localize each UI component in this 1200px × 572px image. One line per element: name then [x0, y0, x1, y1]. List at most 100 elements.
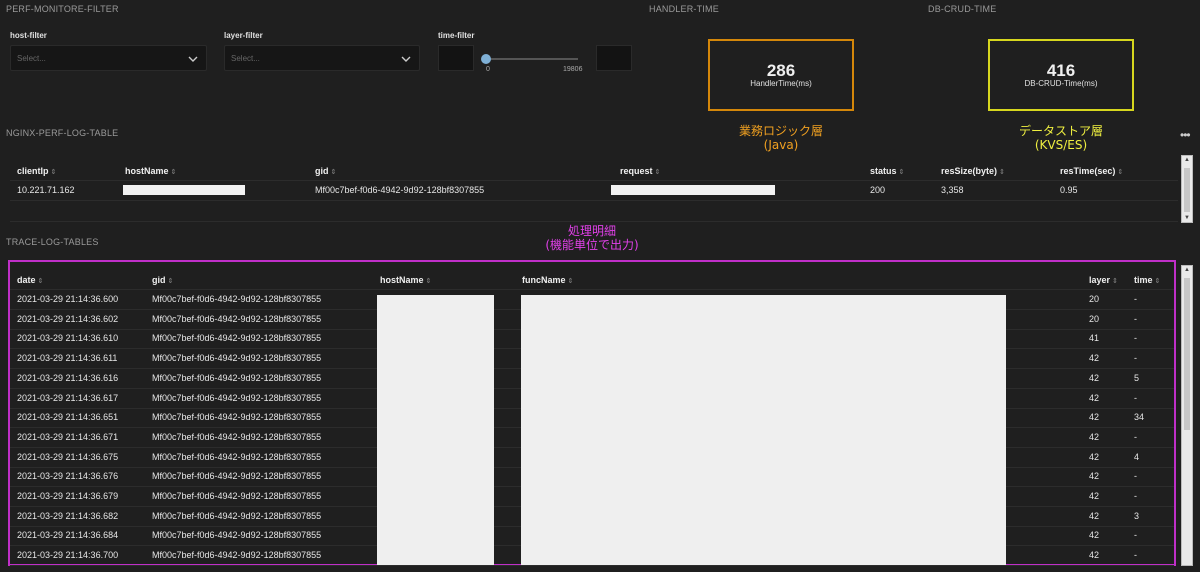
trace-row-gid: Mf00c7bef-f0d6-4942-9d92-128bf8307855	[152, 550, 322, 561]
sort-icon[interactable]: ⇕	[1112, 278, 1118, 285]
trace-row-gid: Mf00c7bef-f0d6-4942-9d92-128bf8307855	[152, 510, 322, 521]
scroll-up-icon[interactable]: ▲	[1182, 266, 1192, 274]
more-menu-icon[interactable]: •••	[1180, 128, 1191, 142]
trace-annotation: 処理明細 (機能単位で出力)	[522, 224, 662, 252]
sort-icon[interactable]: ⇕	[568, 278, 574, 285]
time-filter-end-input[interactable]	[596, 45, 632, 71]
trace-row-gid: Mf00c7bef-f0d6-4942-9d92-128bf8307855	[152, 471, 322, 482]
trace-row-layer: 42	[1089, 510, 1100, 521]
trace-row-time: 3	[1134, 510, 1140, 521]
db-panel-title: DB-CRUD-TIME	[928, 4, 997, 14]
db-crud-time-label: DB-CRUD-Time(ms)	[1024, 79, 1098, 88]
sort-icon[interactable]: ⇕	[171, 169, 177, 176]
host-filter-placeholder: Select...	[17, 54, 46, 63]
trace-row-time: 5	[1134, 372, 1140, 383]
host-filter-label: host-filter	[10, 31, 47, 40]
trace-row-time: -	[1134, 491, 1137, 501]
nginx-row-hostname-redacted	[123, 185, 245, 195]
trace-annotation-line2: (機能単位で出力)	[545, 238, 639, 252]
sort-icon[interactable]: ⇕	[1155, 278, 1161, 285]
trace-row-layer: 42	[1089, 530, 1100, 541]
chevron-down-icon	[401, 56, 411, 62]
handler-annotation: 業務ロジック層 (Java)	[716, 124, 846, 152]
sort-icon[interactable]: ⇕	[51, 169, 57, 176]
trace-row-date: 2021-03-29 21:14:36.602	[17, 313, 119, 324]
trace-row-date: 2021-03-29 21:14:36.679	[17, 491, 119, 501]
col-layer-header[interactable]: layer ⇕	[1089, 275, 1118, 285]
trace-annotation-line1: 処理明細	[567, 224, 616, 238]
scroll-down-icon[interactable]: ▼	[1182, 214, 1192, 222]
trace-row-layer: 42	[1089, 451, 1100, 462]
col-status-header[interactable]: status ⇕	[870, 166, 904, 176]
trace-row-gid: Mf00c7bef-f0d6-4942-9d92-128bf8307855	[152, 451, 322, 462]
chevron-down-icon	[188, 56, 198, 62]
sort-icon[interactable]: ⇕	[331, 169, 337, 176]
trace-hostname-redacted	[377, 295, 494, 565]
col-funcname-header[interactable]: funcName ⇕	[522, 275, 573, 285]
db-annotation: データストア層 (KVS/ES)	[996, 124, 1126, 152]
col-clientip-header[interactable]: clientIp ⇕	[17, 166, 56, 176]
trace-row-date: 2021-03-29 21:14:36.651	[17, 412, 119, 423]
nginx-scroll-thumb[interactable]	[1184, 168, 1190, 212]
host-filter-select[interactable]: Select...	[10, 45, 207, 71]
trace-row-date: 2021-03-29 21:14:36.675	[17, 451, 119, 462]
db-crud-time-value: 416	[1046, 61, 1076, 80]
trace-row-gid: Mf00c7bef-f0d6-4942-9d92-128bf8307855	[152, 372, 322, 383]
scroll-up-icon[interactable]: ▲	[1182, 156, 1192, 164]
col-restime-header[interactable]: resTime(sec) ⇕	[1060, 166, 1123, 176]
trace-row-time: -	[1134, 333, 1137, 344]
handler-time-value: 286	[766, 61, 796, 80]
sort-icon[interactable]: ⇕	[999, 169, 1005, 176]
time-filter-min: 0	[486, 66, 490, 73]
col-ressize-header[interactable]: resSize(byte) ⇕	[941, 166, 1005, 176]
col-hostname-header[interactable]: hostName ⇕	[125, 166, 176, 176]
sort-icon[interactable]: ⇕	[426, 278, 432, 285]
trace-row-layer: 42	[1089, 550, 1100, 561]
time-filter-slider-track[interactable]	[486, 58, 578, 60]
nginx-row-divider	[10, 221, 1178, 222]
col-request-header[interactable]: request ⇕	[620, 166, 660, 176]
db-crud-time-stat: 416 DB-CRUD-Time(ms)	[988, 39, 1134, 111]
nginx-panel-title: NGINX-PERF-LOG-TABLE	[6, 128, 119, 138]
time-filter-start-input[interactable]	[438, 45, 474, 71]
trace-row-gid: Mf00c7bef-f0d6-4942-9d92-128bf8307855	[152, 431, 322, 442]
nginx-header-divider	[10, 180, 1178, 181]
trace-scrollbar[interactable]: ▲	[1181, 265, 1193, 566]
sort-icon[interactable]: ⇕	[38, 278, 44, 285]
trace-funcname-redacted	[521, 295, 1006, 565]
sort-icon[interactable]: ⇕	[655, 169, 661, 176]
trace-row-gid: Mf00c7bef-f0d6-4942-9d92-128bf8307855	[152, 392, 322, 403]
db-annotation-line2: (KVS/ES)	[1034, 138, 1088, 152]
nginx-scrollbar[interactable]: ▲ ▼	[1181, 155, 1193, 223]
trace-row-date: 2021-03-29 21:14:36.600	[17, 294, 119, 304]
col-gid-header[interactable]: gid ⇕	[315, 166, 336, 176]
nginx-row-status: 200	[870, 185, 886, 195]
sort-icon[interactable]: ⇕	[1117, 169, 1123, 176]
trace-panel-title: TRACE-LOG-TABLES	[6, 237, 99, 247]
col-trace-gid-header[interactable]: gid ⇕	[152, 275, 173, 285]
trace-row-time: -	[1134, 431, 1137, 442]
trace-row-time: -	[1134, 471, 1137, 482]
col-time-header[interactable]: time ⇕	[1134, 275, 1160, 285]
filter-panel-title: PERF-MONITORE-FILTER	[6, 4, 119, 14]
nginx-row-gid: Mf00c7bef-f0d6-4942-9d92-128bf8307855	[315, 185, 485, 195]
trace-row-time: -	[1134, 392, 1137, 403]
trace-row-date: 2021-03-29 21:14:36.682	[17, 510, 119, 521]
col-date-header[interactable]: date ⇕	[17, 275, 43, 285]
trace-row-date: 2021-03-29 21:14:36.671	[17, 431, 119, 442]
sort-icon[interactable]: ⇕	[899, 169, 905, 176]
trace-row-layer: 42	[1089, 491, 1100, 501]
trace-row-time: -	[1134, 353, 1137, 364]
nginx-row-divider	[10, 200, 1178, 201]
layer-filter-select[interactable]: Select...	[224, 45, 420, 71]
col-trace-hostname-header[interactable]: hostName ⇕	[380, 275, 431, 285]
handler-time-label: HandlerTime(ms)	[750, 79, 812, 88]
trace-row-date: 2021-03-29 21:14:36.617	[17, 392, 119, 403]
trace-row-time: 34	[1134, 412, 1145, 423]
sort-icon[interactable]: ⇕	[168, 278, 174, 285]
trace-row-layer: 42	[1089, 353, 1100, 364]
time-filter-slider-handle[interactable]	[481, 54, 491, 64]
trace-scroll-thumb[interactable]	[1184, 278, 1190, 430]
trace-row-time: 4	[1134, 451, 1140, 462]
trace-row-layer: 42	[1089, 372, 1100, 383]
